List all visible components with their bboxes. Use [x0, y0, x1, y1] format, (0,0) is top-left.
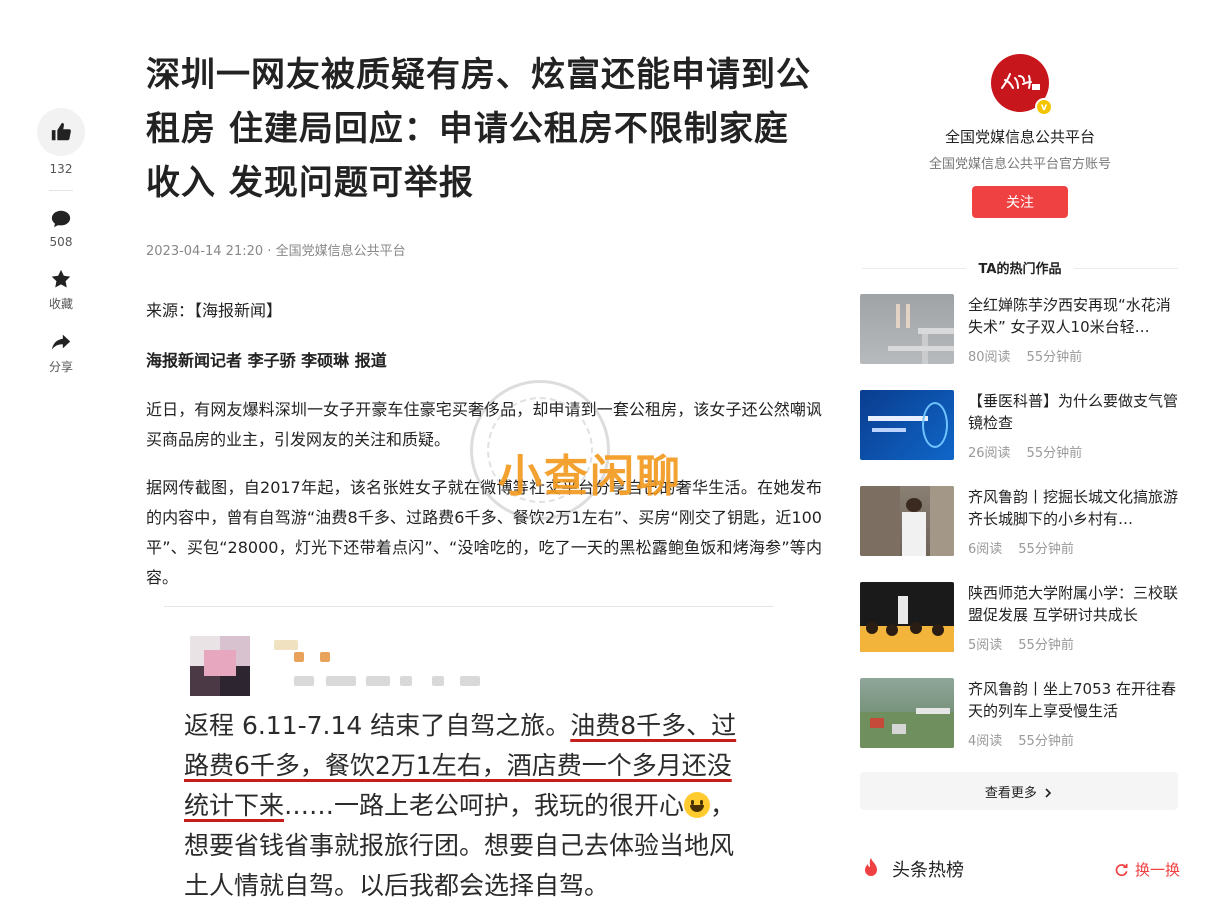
star-icon: [49, 267, 73, 291]
like-button[interactable]: [37, 108, 85, 156]
image-divider: [164, 606, 774, 607]
collect-label: 收藏: [48, 297, 73, 311]
list-item[interactable]: 齐风鲁韵丨坐上7053 在开往春天的列车上享受慢生活 4阅读 55分钟前: [860, 678, 1180, 750]
hotlist-header: 头条热榜 换一换: [862, 856, 1180, 882]
work-thumbnail[interactable]: [860, 294, 954, 364]
watermark-text: 小查闲聊: [498, 451, 682, 502]
work-title[interactable]: 全红婵陈芋汐西安再现“水花消失术” 女子双人10米台轻…: [968, 294, 1180, 338]
article: 深圳一网友被质疑有房、炫富还能申请到公租房 住建局回应：申请公租房不限制家庭收入…: [146, 48, 822, 593]
work-reads: 4阅读: [968, 734, 1003, 749]
work-title[interactable]: 陕西师范大学附属小学：三校联盟促发展 互学研讨共成长: [968, 582, 1180, 626]
work-reads: 5阅读: [968, 638, 1003, 653]
article-meta: 2023-04-14 21:20全国党媒信息公共平台: [146, 240, 822, 259]
sidebar: v 全国党媒信息公共平台 全国党媒信息公共平台官方账号 关注 TA的热门作品 全…: [860, 48, 1180, 810]
author-name[interactable]: 全国党媒信息公共平台: [860, 126, 1180, 147]
hotlist-title: 头条热榜: [892, 860, 964, 881]
share-label: 分享: [48, 360, 73, 374]
publisher-logo-icon: [1001, 73, 1040, 90]
embedded-post-screenshot[interactable]: 返程 6.11-7.14 结束了自驾之旅。油费8千多、过 路费6千多，餐饮2万1…: [164, 612, 774, 904]
hot-works-header: TA的热门作品: [860, 258, 1180, 278]
work-thumbnail[interactable]: [860, 486, 954, 556]
verified-badge-icon: v: [1035, 98, 1053, 116]
work-reads: 26阅读: [968, 446, 1011, 461]
list-item[interactable]: 陕西师范大学附属小学：三校联盟促发展 互学研讨共成长 5阅读 55分钟前: [860, 582, 1180, 654]
refresh-icon: [1115, 863, 1128, 876]
view-more-button[interactable]: 查看更多: [860, 772, 1178, 810]
rail-divider: [49, 190, 73, 191]
work-time: 55分钟前: [1018, 542, 1074, 557]
work-time: 55分钟前: [1018, 734, 1074, 749]
flame-icon: [865, 858, 877, 876]
hot-works-list: 全红婵陈芋汐西安再现“水花消失术” 女子双人10米台轻… 80阅读 55分钟前 【…: [860, 294, 1180, 750]
comment-count: 508: [49, 235, 73, 249]
share-button[interactable]: 分享: [36, 330, 86, 375]
work-time: 55分钟前: [1026, 446, 1083, 461]
share-icon: [49, 330, 73, 354]
follow-button[interactable]: 关注: [972, 186, 1068, 218]
work-reads: 80阅读: [968, 350, 1011, 365]
article-reporter: 海报新闻记者 李子骄 李硕琳 报道: [146, 351, 387, 370]
collect-button[interactable]: 收藏: [36, 267, 86, 312]
work-reads: 6阅读: [968, 542, 1003, 557]
smile-emoji-icon: [684, 792, 711, 818]
post-text: 返程 6.11-7.14 结束了自驾之旅。油费8千多、过 路费6千多，餐饮2万1…: [184, 711, 737, 900]
hot-works-title: TA的热门作品: [970, 262, 1070, 277]
chevron-right-icon: [1045, 787, 1052, 798]
comment-button[interactable]: 508: [36, 207, 86, 249]
work-thumbnail[interactable]: [860, 390, 954, 460]
publish-date: 2023-04-14 21:20: [146, 244, 264, 259]
list-item[interactable]: 【垂医科普】为什么要做支气管镜检查 26阅读 55分钟前: [860, 390, 1180, 462]
work-thumbnail[interactable]: [860, 678, 954, 748]
like-count: 132: [49, 162, 73, 176]
refresh-button[interactable]: 换一换: [1114, 859, 1180, 880]
article-source: 来源：【海报新闻】: [146, 301, 283, 320]
work-title[interactable]: 【垂医科普】为什么要做支气管镜检查: [968, 390, 1180, 434]
comment-icon: [49, 207, 73, 231]
work-time: 55分钟前: [1018, 638, 1074, 653]
list-item[interactable]: 齐风鲁韵丨挖掘长城文化搞旅游 齐长城脚下的小乡村有… 6阅读 55分钟前: [860, 486, 1180, 558]
author-description: 全国党媒信息公共平台官方账号: [928, 157, 1111, 172]
blurred-avatar: [190, 636, 250, 696]
thumbs-up-icon: [51, 122, 71, 141]
list-item[interactable]: 全红婵陈芋汐西安再现“水花消失术” 女子双人10米台轻… 80阅读 55分钟前: [860, 294, 1180, 366]
author-avatar[interactable]: v: [991, 54, 1053, 116]
work-time: 55分钟前: [1026, 350, 1083, 365]
publisher-link[interactable]: 全国党媒信息公共平台: [263, 244, 405, 259]
article-title: 深圳一网友被质疑有房、炫富还能申请到公租房 住建局回应：申请公租房不限制家庭收入…: [146, 55, 811, 203]
work-title[interactable]: 齐风鲁韵丨挖掘长城文化搞旅游 齐长城脚下的小乡村有…: [968, 486, 1180, 530]
work-thumbnail[interactable]: [860, 582, 954, 652]
work-title[interactable]: 齐风鲁韵丨坐上7053 在开往春天的列车上享受慢生活: [968, 678, 1180, 722]
action-rail: 132 508 收藏 分享: [36, 108, 86, 375]
